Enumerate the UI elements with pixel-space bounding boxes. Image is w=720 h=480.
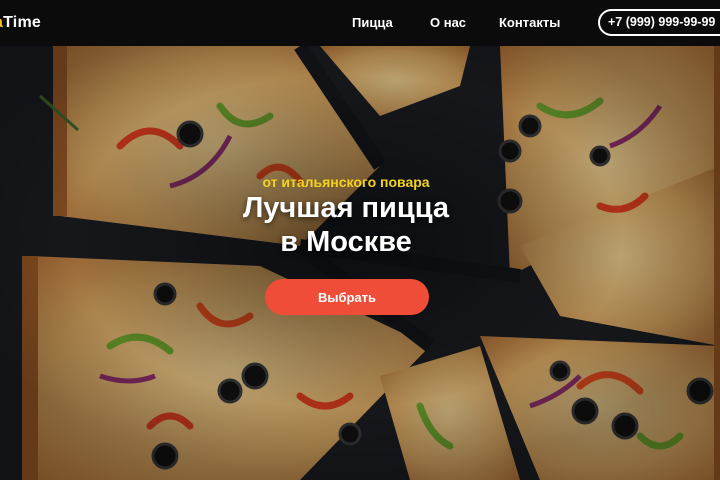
hero-subtitle: от итальянского повара xyxy=(262,174,430,190)
hero-title-line2: в Москве xyxy=(280,226,412,258)
site-header: aTime Пицца О нас Контакты +7 (999) 999-… xyxy=(0,0,720,46)
site-logo[interactable]: aTime xyxy=(0,14,41,32)
hero-title: Лучшая пицца в Москве xyxy=(0,191,692,259)
choose-button[interactable]: Выбрать xyxy=(265,279,429,315)
nav-link-about[interactable]: О нас xyxy=(430,15,466,30)
hero-section: от итальянского повара Лучшая пицца в Мо… xyxy=(0,46,720,480)
nav-link-contacts[interactable]: Контакты xyxy=(499,15,560,30)
nav-link-pizza[interactable]: Пицца xyxy=(352,15,393,30)
hero-content: от итальянского повара Лучшая пицца в Мо… xyxy=(0,46,720,480)
phone-button[interactable]: +7 (999) 999-99-99 xyxy=(598,9,720,36)
hero-title-line1: Лучшая пицца xyxy=(242,192,450,224)
